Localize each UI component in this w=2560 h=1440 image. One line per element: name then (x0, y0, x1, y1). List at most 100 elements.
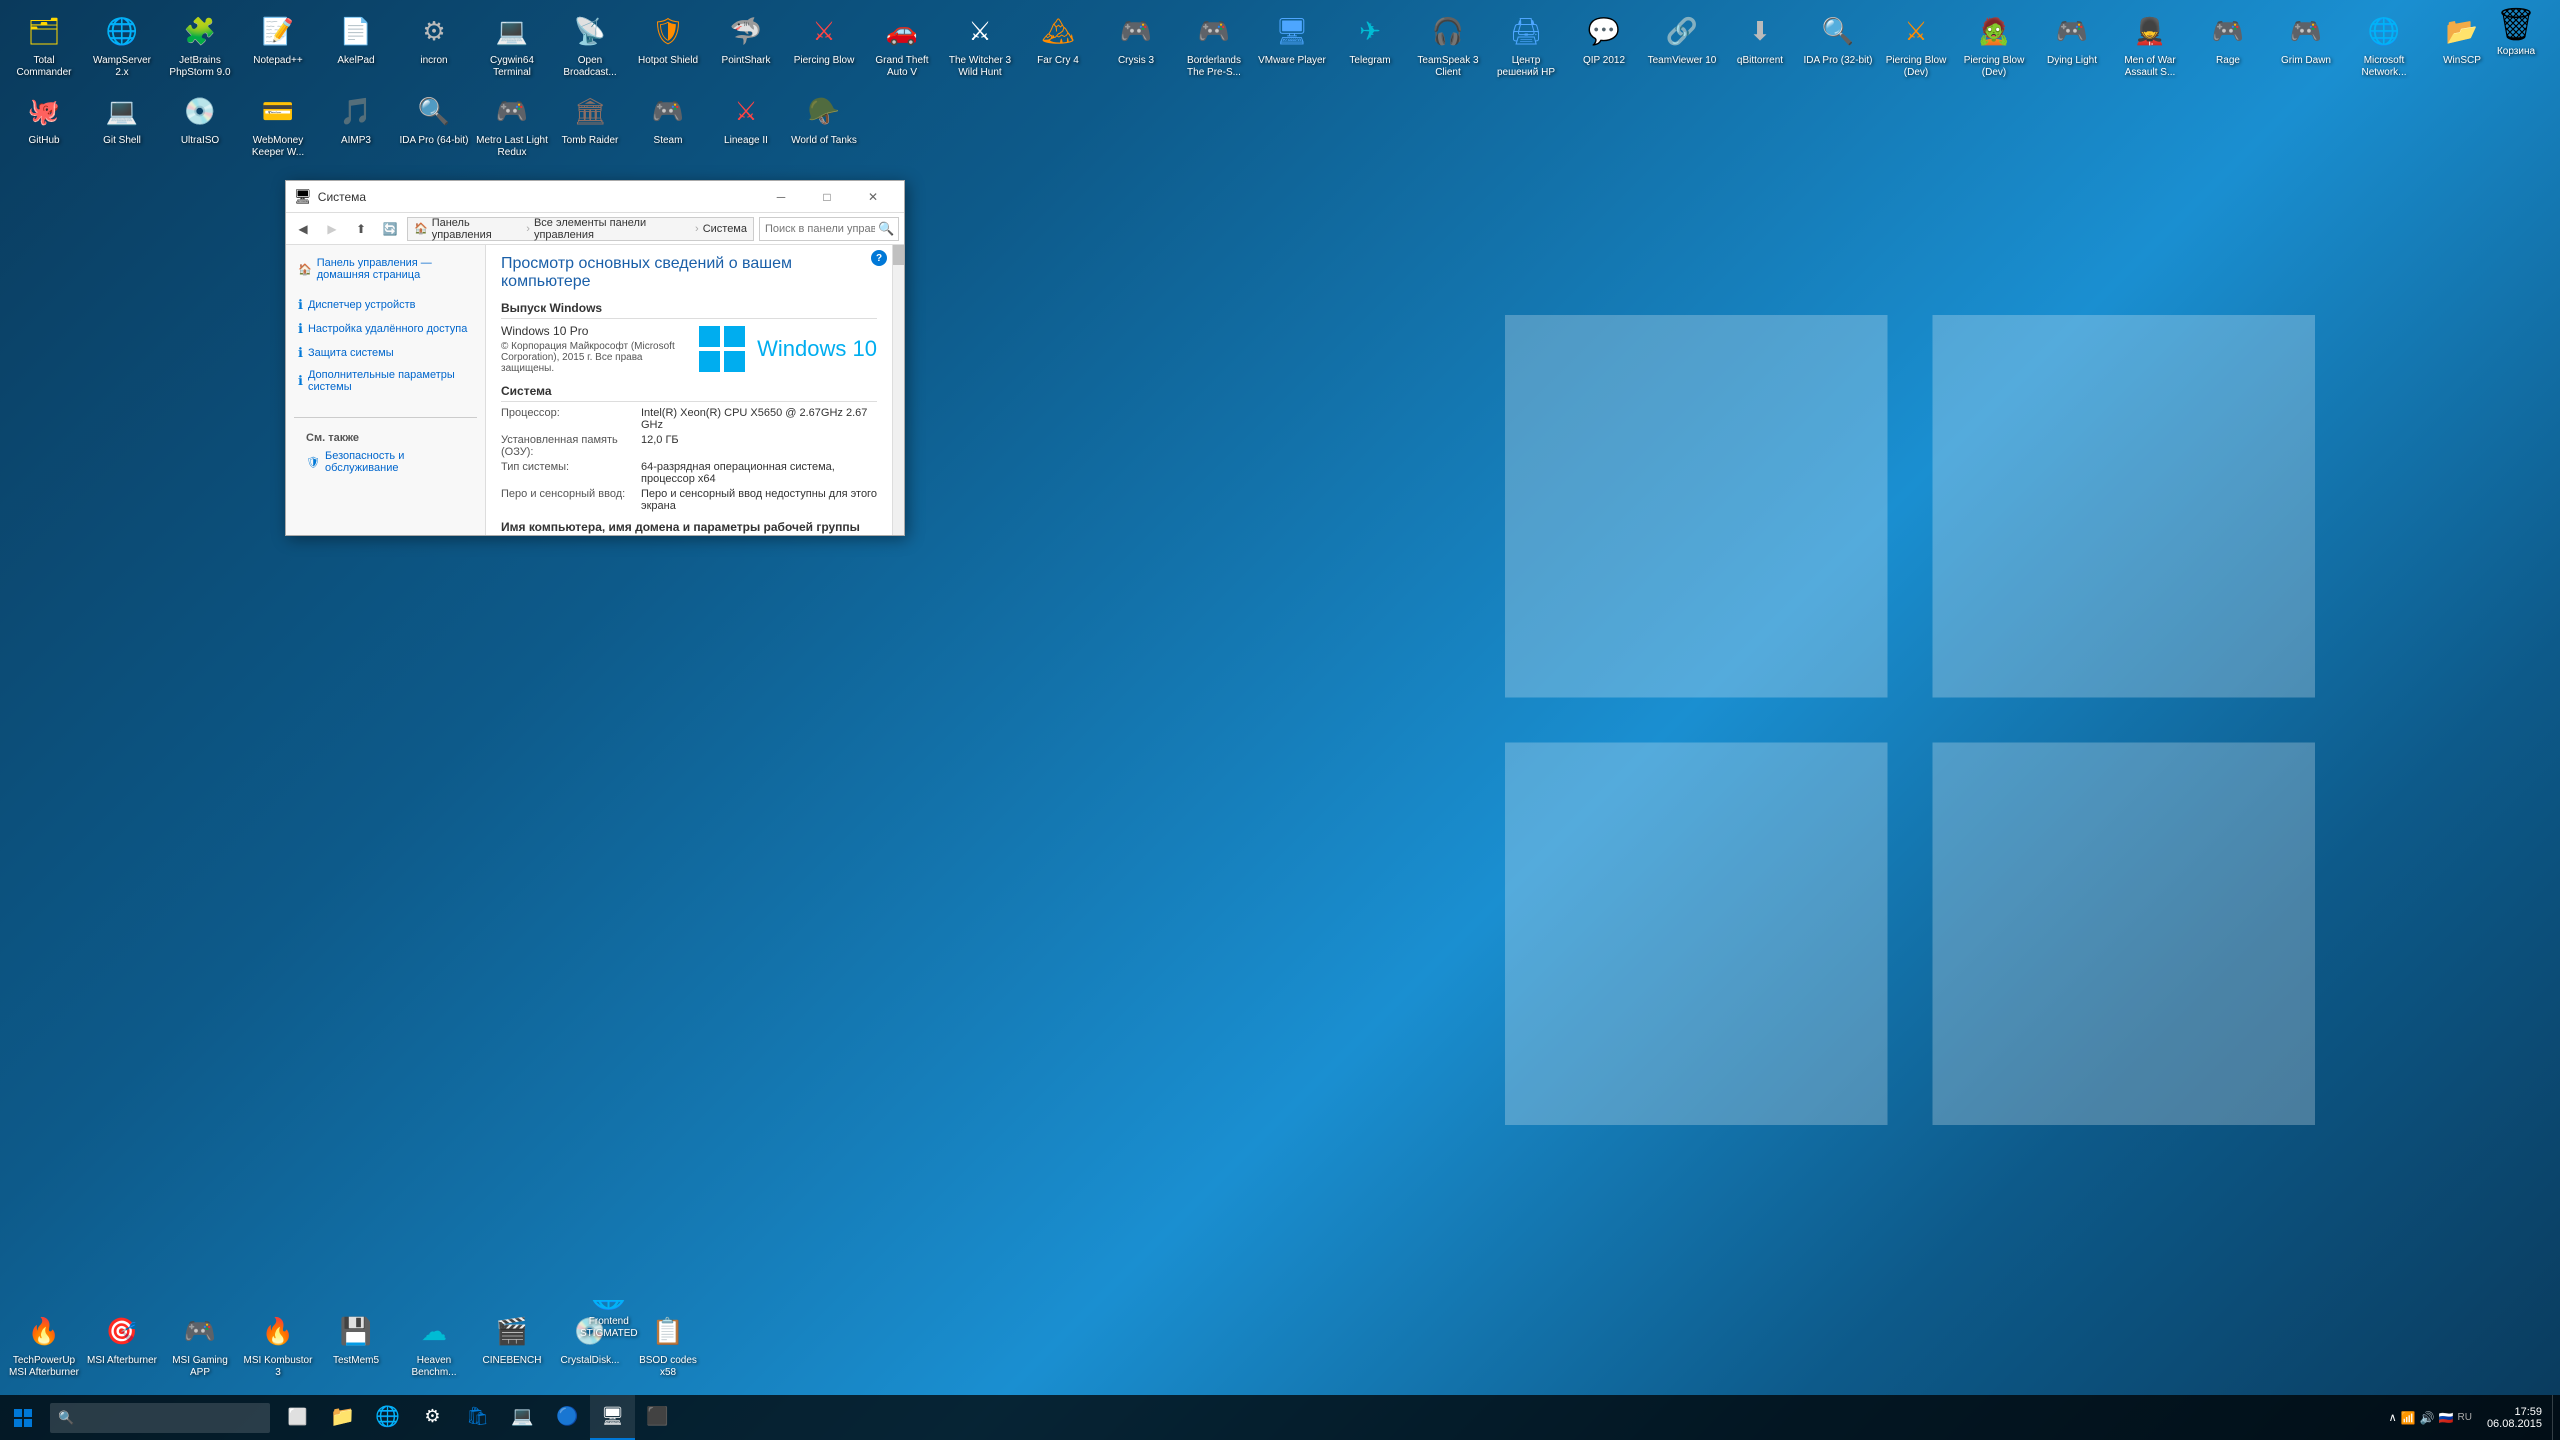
icon-centrlicense[interactable]: 🖨 Центр решений HP (1487, 5, 1565, 85)
icon-steam[interactable]: 🎮 Steam (629, 85, 707, 165)
search-input[interactable] (765, 223, 875, 235)
system-window: 🖥 Система ─ □ ✕ ◀ ▶ ⬆ 🔄 🏠 Панель управле… (285, 180, 905, 536)
icon-teamviewer[interactable]: 🔗 TeamViewer 10 (1643, 5, 1721, 85)
sidebar-device-manager[interactable]: ℹ Диспетчер устройств (286, 293, 485, 317)
taskbar-explorer[interactable]: 📁 (320, 1395, 365, 1440)
icon-idapro64[interactable]: 🔍 IDA Pro (64-bit) (395, 85, 473, 165)
maximize-button[interactable]: □ (804, 181, 850, 213)
address-path[interactable]: 🏠 Панель управления › Все элементы панел… (407, 217, 754, 241)
icon-cinebench[interactable]: 🎬 CINEBENCH (473, 1305, 551, 1385)
icon-incron[interactable]: ⚙ incron (395, 5, 473, 85)
icon-webmoney[interactable]: 💳 WebMoney Keeper W... (239, 85, 317, 165)
icon-openbroadcast[interactable]: 📡 Open Broadcast... (551, 5, 629, 85)
windows-logo-bg (1460, 270, 2360, 1170)
icon-metrolastlight[interactable]: 🎮 Metro Last Light Redux (473, 85, 551, 165)
icon-aimp3[interactable]: 🎵 AIMP3 (317, 85, 395, 165)
icon-borderlands[interactable]: 🎮 Borderlands The Pre-S... (1175, 5, 1253, 85)
icon-cygwin[interactable]: 💻 Cygwin64 Terminal (473, 5, 551, 85)
sidebar-security[interactable]: 🛡 Безопасность и обслуживание (294, 446, 477, 478)
icon-dyinglight[interactable]: 🧟 Piercing Blow (Dev) (1955, 5, 2033, 85)
icon-msnetwork[interactable]: 🌐 Microsoft Network... (2345, 5, 2423, 85)
forward-button[interactable]: ▶ (320, 217, 344, 241)
see-also-header: См. также (294, 426, 477, 446)
taskbar-time: 17:59 06.08.2015 (2487, 1406, 2542, 1430)
icon-crysis3[interactable]: 🎮 Crysis 3 (1097, 5, 1175, 85)
icon-recycle-bin[interactable]: 🗑 Корзина (2477, 5, 2555, 58)
icon-msi-gaming[interactable]: 🎮 MSI Gaming APP (161, 1305, 239, 1385)
icon-ultraiso[interactable]: 💿 UltraISO (161, 85, 239, 165)
icon-frontend-stigmated[interactable]: 🌐 FrontendSTIGMATED (580, 1300, 638, 1340)
task-view-button[interactable]: ⬜ (275, 1395, 320, 1440)
sidebar-home-link[interactable]: 🏠 Панель управления — домашняя страница (286, 253, 485, 285)
taskbar-cmd[interactable]: 💻 (500, 1395, 545, 1440)
close-button[interactable]: ✕ (850, 181, 896, 213)
refresh-button[interactable]: 🔄 (378, 217, 402, 241)
tray-volume-icon: 🔊 (2420, 1411, 2435, 1425)
info-button[interactable]: ? (871, 250, 887, 266)
computer-name-header: Имя компьютера, имя домена и параметры р… (501, 520, 877, 535)
taskbar-controlpanel[interactable]: 🖥 (590, 1395, 635, 1440)
icon-hotpotshield[interactable]: 🛡 Hotpot Shield (629, 5, 707, 85)
windows-edition-header: Выпуск Windows (501, 301, 877, 319)
icon-notepadpp[interactable]: 📝 Notepad++ (239, 5, 317, 85)
back-button[interactable]: ◀ (291, 217, 315, 241)
taskbar-edge[interactable]: 🌐 (365, 1395, 410, 1440)
up-button[interactable]: ⬆ (349, 217, 373, 241)
icon-tombraider[interactable]: 🏛 Tomb Raider (551, 85, 629, 165)
icon-piercingblow[interactable]: ⚔ Piercing Blow (785, 5, 863, 85)
icon-witcher[interactable]: ⚔ The Witcher 3 Wild Hunt (941, 5, 1019, 85)
desktop-top-icons: 🗂 Total Commander 🌐 WampServer 2.x 🧩 Jet… (0, 0, 2560, 165)
taskbar-search-input[interactable] (79, 1411, 259, 1425)
window-body: 🏠 Панель управления — домашняя страница … (286, 245, 904, 535)
icon-heaven[interactable]: ☁ Heaven Benchm... (395, 1305, 473, 1385)
icon-residentevil[interactable]: 🎮 Dying Light (2033, 5, 2111, 85)
show-desktop-button[interactable] (2552, 1395, 2560, 1440)
icon-akelpad[interactable]: 📄 AkelPad (317, 5, 395, 85)
search-box[interactable]: 🔍 (759, 217, 899, 241)
icon-github[interactable]: 🐙 GitHub (5, 85, 83, 165)
scroll-thumb[interactable] (893, 245, 904, 265)
icon-worldoftanks[interactable]: 🪖 World of Tanks (785, 85, 863, 165)
taskbar-terminal[interactable]: ⬛ (635, 1395, 680, 1440)
taskbar: 🔍 ⬜ 📁 🌐 ⚙ 🛍 💻 🔵 🖥 ⬛ ∧ 📶 🔊 🇷🇺 RU 17:59 (0, 1395, 2560, 1440)
icon-techpowerup[interactable]: 🔥 TechPowerUp MSI Afterburner (5, 1305, 83, 1385)
icon-rage[interactable]: 🎮 Rage (2189, 5, 2267, 85)
icon-menofwar[interactable]: 💂 Men of War Assault S... (2111, 5, 2189, 85)
icon-grandtheftauto[interactable]: 🚗 Grand Theft Auto V (863, 5, 941, 85)
start-icon (14, 1409, 32, 1427)
icon-idapro32[interactable]: 🔍 IDA Pro (32-bit) (1799, 5, 1877, 85)
clock-area[interactable]: 17:59 06.08.2015 (2477, 1406, 2552, 1430)
sidebar-remote-access[interactable]: ℹ Настройка удалённого доступа (286, 317, 485, 341)
icon-total-commander[interactable]: 🗂 Total Commander (5, 5, 83, 85)
icon-vmware[interactable]: 🖥 VMware Player (1253, 5, 1331, 85)
start-button[interactable] (0, 1395, 45, 1440)
icon-gitshell[interactable]: 💻 Git Shell (83, 85, 161, 165)
sidebar-advanced-settings[interactable]: ℹ Дополнительные параметры системы (286, 365, 485, 397)
icon-farcry4[interactable]: 🏔 Far Cry 4 (1019, 5, 1097, 85)
windows-logo-panel: Windows 10 (697, 324, 877, 374)
minimize-button[interactable]: ─ (758, 181, 804, 213)
icon-grimdawn[interactable]: 🎮 Grim Dawn (2267, 5, 2345, 85)
icon-pointshark[interactable]: 🦈 PointShark (707, 5, 785, 85)
icon-lineage2[interactable]: ⚔ Lineage II (707, 85, 785, 165)
icon-telegram[interactable]: ✈ Telegram (1331, 5, 1409, 85)
icon-testmem5[interactable]: 💾 TestMem5 (317, 1305, 395, 1385)
icon-msi-kombustor[interactable]: 🔥 MSI Kombustor 3 (239, 1305, 317, 1385)
taskbar-search-box[interactable]: 🔍 (50, 1403, 270, 1433)
icon-wampserver[interactable]: 🌐 WampServer 2.x (83, 5, 161, 85)
icon-qbittorrent[interactable]: ⬇ qBittorrent (1721, 5, 1799, 85)
taskbar-settings[interactable]: ⚙ (410, 1395, 455, 1440)
icon-teamspeak[interactable]: 🎧 TeamSpeak 3 Client (1409, 5, 1487, 85)
icon-msi-afterburner[interactable]: 🎯 MSI Afterburner (83, 1305, 161, 1385)
sidebar-system-protection[interactable]: ℹ Защита системы (286, 341, 485, 365)
taskbar-store[interactable]: 🛍 (455, 1395, 500, 1440)
icon-bsod-codes[interactable]: 📋 BSOD codes x58 (629, 1305, 707, 1385)
icon-piercingblowdev[interactable]: ⚔ Piercing Blow (Dev) (1877, 5, 1955, 85)
scrollbar[interactable] (892, 245, 904, 535)
tray-misc: RU (2457, 1412, 2471, 1423)
icon-qip2012[interactable]: 💬 QIP 2012 (1565, 5, 1643, 85)
tray-show-hidden[interactable]: ∧ (2389, 1411, 2397, 1424)
total-commander-icon: 🗂 (23, 10, 65, 52)
taskbar-chrome[interactable]: 🔵 (545, 1395, 590, 1440)
icon-jetbrains[interactable]: 🧩 JetBrains PhpStorm 9.0 (161, 5, 239, 85)
